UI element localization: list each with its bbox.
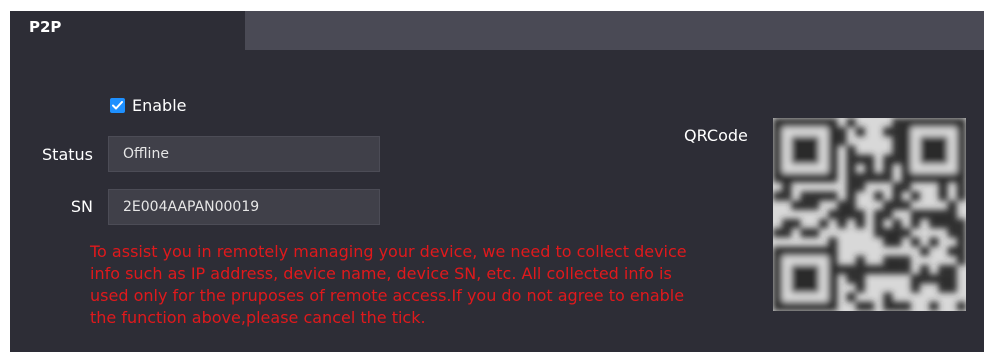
tab-bar: P2P [10, 11, 984, 50]
p2p-panel: P2P Enable Status Offline SN 2E004AAPAN0… [10, 11, 984, 352]
checkmark-icon [112, 101, 123, 110]
tab-p2p-label: P2P [29, 18, 62, 36]
tab-p2p[interactable]: P2P [10, 11, 245, 50]
status-label: Status [42, 145, 93, 164]
status-field: Offline [108, 136, 380, 172]
qrcode-label: QRCode [684, 126, 748, 145]
enable-row[interactable]: Enable [110, 96, 187, 115]
privacy-notice: To assist you in remotely managing your … [90, 242, 687, 327]
enable-checkbox[interactable] [110, 98, 125, 113]
sn-field: 2E004AAPAN00019 [108, 189, 380, 225]
sn-label: SN [70, 197, 93, 216]
enable-label: Enable [132, 96, 187, 115]
qr-code-icon [773, 118, 966, 311]
